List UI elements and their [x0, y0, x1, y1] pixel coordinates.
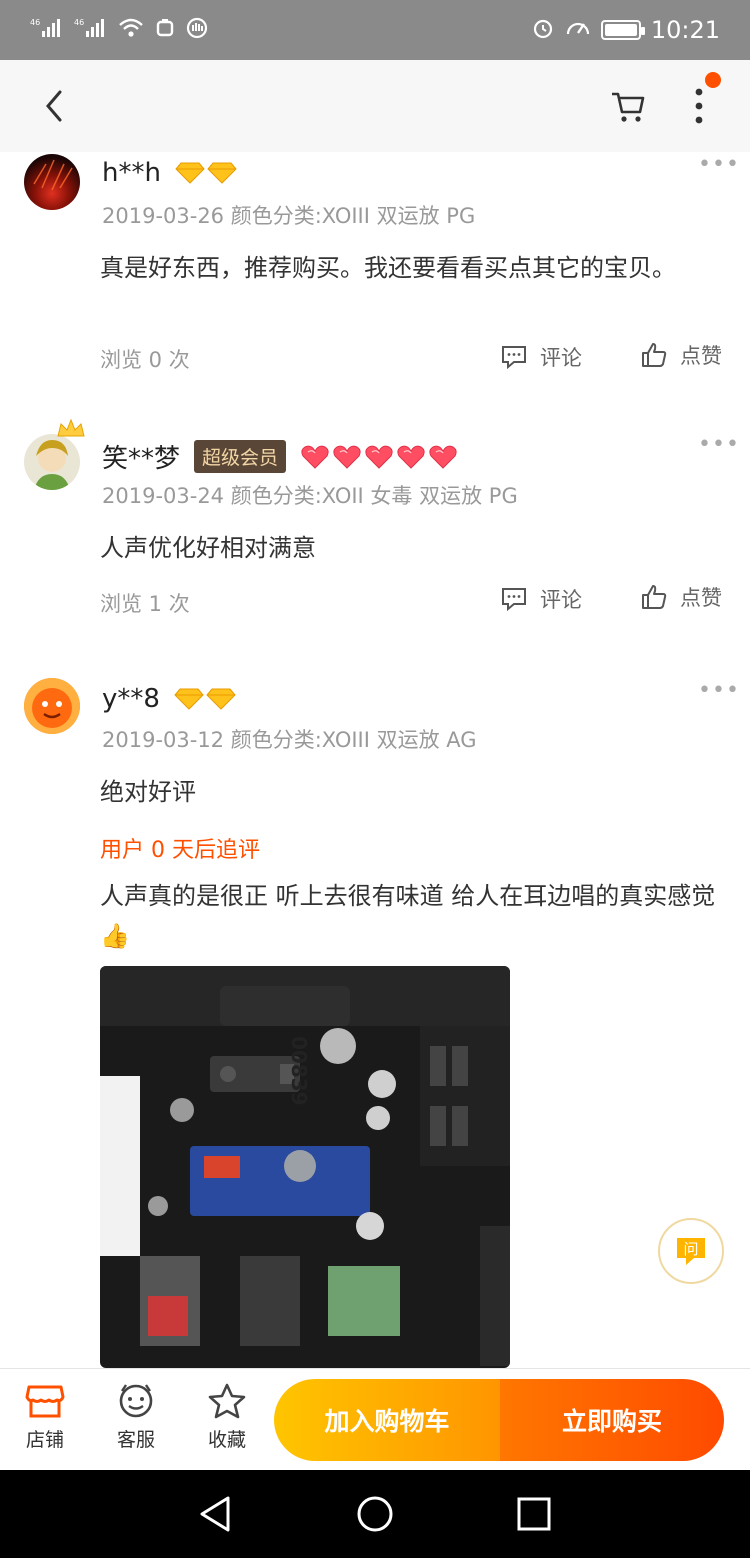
diamond-icon: [206, 688, 236, 710]
comment-label: 评论: [540, 588, 582, 612]
tab-service-label: 客服: [116, 1429, 155, 1451]
follow-up-text: 人声真的是很正 听上去很有味道 给人在耳边唱的真实感觉👍: [100, 882, 716, 950]
vip-diamonds: [174, 687, 236, 711]
more-options-icon[interactable]: •••: [698, 152, 740, 177]
tab-store[interactable]: 店铺: [10, 1383, 80, 1452]
hand-icon: [186, 17, 208, 44]
username: y**8: [102, 684, 160, 714]
review-feed[interactable]: h**h 2019-03-26 颜色分类:XOIII 双运放 PG ••• 真是…: [0, 152, 750, 1368]
username-row: y**8: [102, 684, 236, 714]
svg-text:46: 46: [74, 18, 84, 27]
status-right: 10:21: [531, 16, 720, 45]
like-label: 点赞: [680, 344, 722, 368]
more-options-icon[interactable]: •••: [698, 432, 740, 457]
nav-bar: [0, 60, 750, 152]
signal-icon: 46: [30, 17, 64, 44]
comment-label: 评论: [540, 346, 582, 370]
svg-text:46: 46: [30, 18, 40, 27]
username-row: h**h: [102, 158, 237, 188]
more-options-icon[interactable]: •••: [698, 678, 740, 703]
battery-icon: [600, 20, 645, 40]
signal-icon-2: 46: [74, 17, 108, 44]
buy-now-button[interactable]: 立即购买: [500, 1379, 724, 1461]
tab-customer-service[interactable]: 客服: [101, 1383, 171, 1452]
username-row: 笑**梦 超级会员: [102, 438, 458, 475]
notification-icon: [154, 17, 176, 44]
nav-recents-icon[interactable]: [514, 1494, 554, 1534]
review-meta: 2019-03-12 颜色分类:XOIII 双运放 AG: [102, 728, 477, 752]
ask-icon: 问: [677, 1238, 705, 1265]
like-button[interactable]: 点赞: [640, 582, 722, 612]
speed-icon: [565, 16, 591, 45]
review-meta: 2019-03-26 颜色分类:XOIII 双运放 PG: [102, 204, 476, 228]
comment-icon: [502, 346, 526, 370]
wifi-icon: [118, 17, 144, 44]
service-icon: [119, 1384, 153, 1418]
username: 笑**梦: [102, 444, 181, 474]
thumbs-up-icon: [642, 585, 667, 609]
alarm-icon: [531, 16, 555, 45]
member-level-badge: 超级会员: [194, 440, 287, 473]
heart-icon: [429, 445, 457, 469]
add-to-cart-button[interactable]: 加入购物车: [274, 1379, 500, 1461]
status-bar: 46 46 10:21: [0, 0, 750, 60]
review-text: 人声优化好相对满意: [100, 534, 316, 562]
vip-diamonds: [175, 161, 237, 185]
tab-favorite[interactable]: 收藏: [192, 1383, 262, 1452]
avatar[interactable]: [24, 434, 80, 490]
heart-icon: [301, 445, 329, 469]
review-item: y**8 2019-03-12 颜色分类:XOIII 双运放 AG ••• 绝对…: [0, 678, 750, 1368]
heart-icon: [333, 445, 361, 469]
system-navigation-bar: [0, 1470, 750, 1558]
follow-up-label: 用户 0 天后追评: [100, 838, 260, 863]
ask-label: 问: [683, 1240, 698, 1258]
comment-icon: [502, 588, 526, 612]
heart-icon: [365, 445, 393, 469]
vip-hearts: [300, 444, 458, 470]
heart-icon: [397, 445, 425, 469]
like-button[interactable]: 点赞: [640, 340, 722, 370]
review-photo[interactable]: 00839: [100, 966, 510, 1368]
review-text: 绝对好评: [100, 778, 196, 806]
thumbs-up-icon: [642, 343, 667, 367]
crown-icon: [57, 418, 85, 437]
bottom-action-bar: 店铺 客服 收藏 加入购物车 立即购买: [0, 1368, 750, 1470]
diamond-icon: [207, 162, 237, 184]
nav-back-icon[interactable]: [196, 1494, 236, 1534]
diamond-icon: [174, 688, 204, 710]
star-icon: [208, 1383, 246, 1419]
like-label: 点赞: [680, 586, 722, 610]
comment-button[interactable]: 评论: [500, 342, 582, 372]
cart-icon[interactable]: [608, 86, 648, 126]
avatar[interactable]: [24, 678, 80, 734]
back-icon[interactable]: [36, 84, 76, 128]
more-icon[interactable]: [684, 82, 714, 130]
ask-question-button[interactable]: 问: [658, 1218, 724, 1284]
review-text: 真是好东西，推荐购买。我还要看看买点其它的宝贝。: [100, 254, 676, 282]
view-count: 浏览 0 次: [100, 348, 190, 372]
comment-button[interactable]: 评论: [500, 584, 582, 614]
avatar[interactable]: [24, 154, 80, 210]
view-count: 浏览 1 次: [100, 592, 190, 616]
tab-store-label: 店铺: [25, 1429, 64, 1451]
username: h**h: [102, 158, 161, 188]
status-left: 46 46: [30, 17, 208, 44]
photo-label: 00839: [287, 1036, 311, 1106]
clock: 10:21: [650, 16, 720, 44]
store-icon: [25, 1385, 65, 1418]
nav-home-icon[interactable]: [355, 1494, 395, 1534]
review-meta: 2019-03-24 颜色分类:XOII 女毒 双运放 PG: [102, 484, 518, 508]
diamond-icon: [175, 162, 205, 184]
notification-dot: [705, 72, 721, 88]
tab-favorite-label: 收藏: [207, 1429, 246, 1451]
